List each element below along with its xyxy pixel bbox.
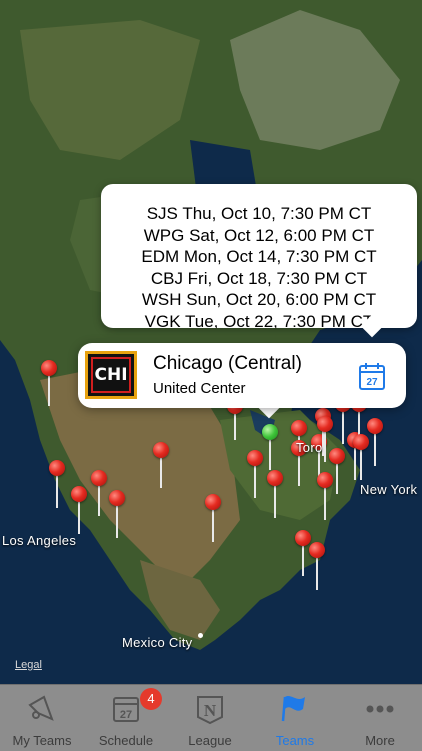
satellite-map[interactable]: Toro New York Los Angeles Mexico City Le… (0, 0, 422, 684)
flag-icon (279, 693, 311, 728)
legal-link[interactable]: Legal (15, 659, 42, 671)
team-pin[interactable] (109, 490, 125, 538)
calendar-icon-number: 27 (366, 377, 378, 388)
selected-team-pin[interactable] (262, 424, 278, 470)
tab-label: More (365, 733, 395, 748)
team-pin[interactable] (91, 470, 107, 516)
tab-label: Teams (275, 733, 315, 748)
tab-more[interactable]: More (338, 685, 422, 751)
tab-bar: My Teams 27 Schedule N League Teams More (0, 684, 422, 751)
team-pin[interactable] (153, 442, 169, 488)
team-logo-text: CHI (91, 357, 131, 393)
game-item[interactable]: WSH Sun, Oct 20, 6:00 PM CT (101, 289, 417, 311)
megaphone-icon (26, 693, 58, 728)
team-pin[interactable] (295, 530, 311, 576)
team-logo: CHI (85, 351, 137, 399)
game-list: SJS Thu, Oct 10, 7:30 PM CT WPG Sat, Oct… (101, 184, 417, 328)
tab-league[interactable]: N League (168, 685, 252, 751)
map-terrain (0, 0, 422, 684)
game-item[interactable]: CBJ Fri, Oct 18, 7:30 PM CT (101, 268, 417, 290)
team-pin[interactable] (267, 470, 283, 518)
venue-name: United Center (153, 380, 246, 397)
team-pin[interactable] (317, 416, 333, 462)
city-dot (198, 633, 203, 638)
team-callout[interactable]: CHI Chicago (Central) United Center 27 (78, 343, 406, 408)
game-item[interactable]: SJS Thu, Oct 10, 7:30 PM CT (101, 203, 417, 225)
schedule-icon-number: 27 (120, 709, 132, 721)
team-name: Chicago (Central) (153, 353, 302, 374)
tab-label: League (188, 733, 232, 748)
team-pin[interactable] (71, 486, 87, 534)
tab-label: My Teams (12, 733, 72, 748)
tab-my-teams[interactable]: My Teams (0, 685, 84, 751)
game-item[interactable]: WPG Sat, Oct 12, 6:00 PM CT (101, 225, 417, 247)
team-pin[interactable] (329, 448, 345, 494)
schedule-popup[interactable]: SJS Thu, Oct 10, 7:30 PM CT WPG Sat, Oct… (101, 184, 417, 328)
league-logo-icon: N (194, 693, 226, 730)
tab-teams[interactable]: Teams (253, 685, 337, 751)
city-label-los-angeles: Los Angeles (2, 533, 77, 548)
calendar-icon: 27 (111, 693, 141, 728)
city-label-mexico-city: Mexico City (122, 635, 193, 650)
team-pin[interactable] (353, 434, 369, 480)
league-icon-letter: N (204, 701, 217, 720)
notification-badge: 4 (140, 688, 162, 710)
calendar-icon[interactable]: 27 (358, 361, 386, 391)
team-pin[interactable] (367, 418, 383, 466)
tab-label: Schedule (98, 733, 154, 748)
team-pin[interactable] (247, 450, 263, 498)
team-pin[interactable] (205, 494, 221, 542)
team-pin[interactable] (309, 542, 325, 590)
team-pin[interactable] (317, 472, 333, 520)
more-dots-icon (363, 693, 397, 728)
city-label-new-york: New York (360, 482, 418, 497)
team-pin[interactable] (41, 360, 57, 406)
team-pin[interactable] (49, 460, 65, 508)
game-item[interactable]: EDM Mon, Oct 14, 7:30 PM CT (101, 246, 417, 268)
city-label-toronto: Toro (296, 440, 323, 455)
